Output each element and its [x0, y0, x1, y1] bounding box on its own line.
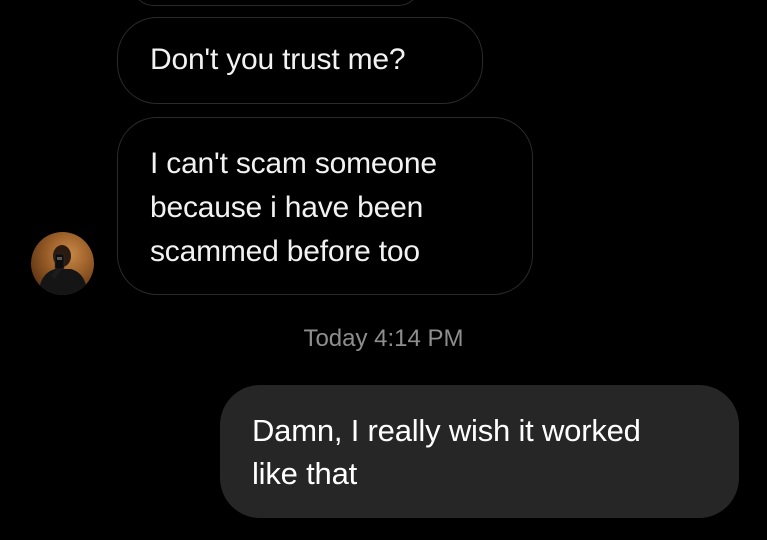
- message-text: scammed before too: [150, 235, 420, 268]
- message-bubble-incoming[interactable]: Don't you trust me?: [117, 17, 483, 104]
- message-bubble-previous[interactable]: [131, 0, 421, 6]
- message-text: because i have been: [150, 191, 424, 224]
- message-bubble-outgoing[interactable]: Damn, I really wish it worked like that: [220, 385, 739, 518]
- message-text: Don't you trust me?: [150, 43, 406, 76]
- message-text: I can't scam someone: [150, 147, 437, 180]
- message-text: Damn, I really wish it worked: [252, 413, 641, 448]
- message-timestamp: Today 4:14 PM: [303, 325, 464, 352]
- user-avatar-photo-icon: [39, 245, 87, 295]
- message-text: like that: [252, 456, 358, 491]
- message-bubble-incoming[interactable]: I can't scam someone because i have been…: [117, 117, 533, 295]
- sender-avatar[interactable]: [31, 232, 94, 295]
